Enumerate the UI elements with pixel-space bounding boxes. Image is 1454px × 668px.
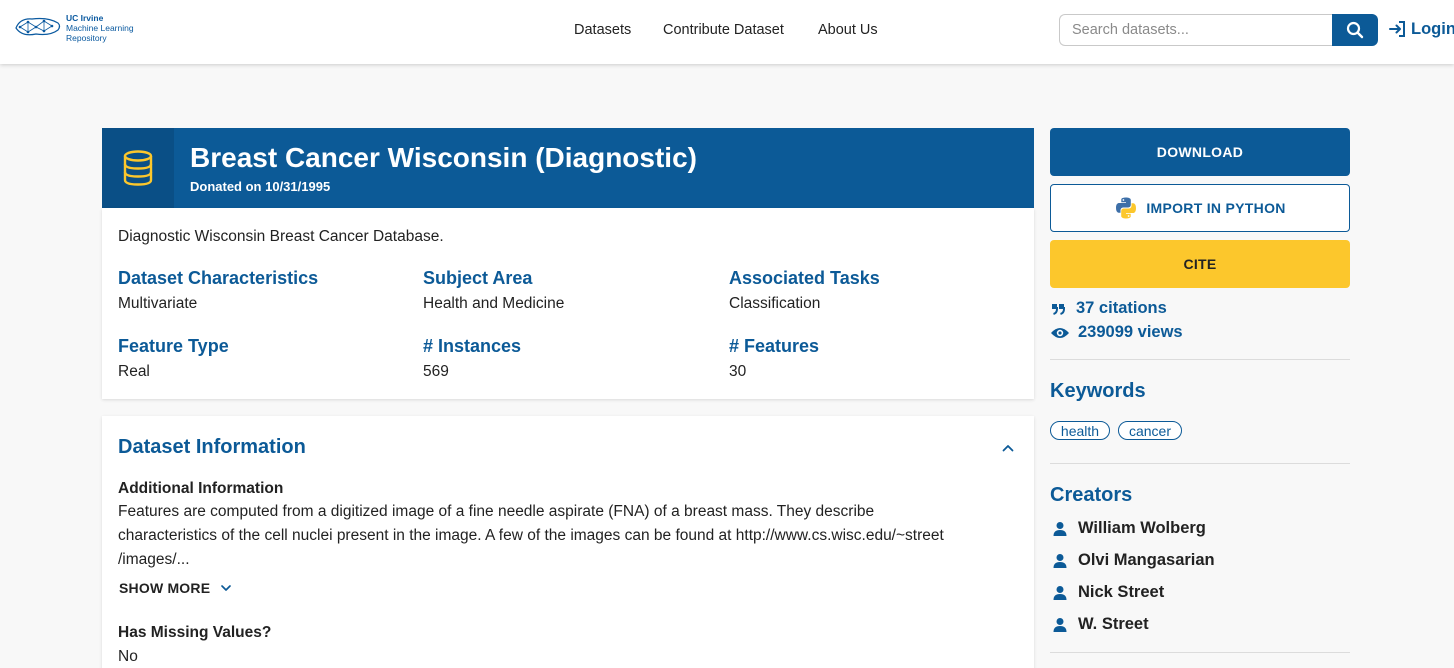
characteristic-instances: # Instances 569	[423, 336, 723, 381]
characteristic-label: Feature Type	[118, 336, 229, 356]
donated-date: Donated on 10/31/1995	[190, 179, 331, 194]
chevron-up-icon[interactable]	[1000, 440, 1016, 456]
search-input[interactable]	[1059, 14, 1333, 46]
creators-heading: Creators	[1050, 484, 1133, 506]
keyword-chip-health[interactable]: health	[1050, 421, 1110, 440]
person-icon	[1053, 521, 1067, 536]
dataset-header-banner: Breast Cancer Wisconsin (Diagnostic) Don…	[102, 128, 1034, 208]
nav-contribute-dataset[interactable]: Contribute Dataset	[663, 22, 784, 38]
database-icon	[123, 150, 153, 186]
citations-count: 37 citations	[1076, 299, 1167, 317]
search-button[interactable]	[1332, 14, 1378, 46]
logo-text: UC Irvine Machine Learning Repository	[66, 13, 134, 43]
additional-information-line: characteristics of the cell nuclei prese…	[118, 527, 944, 544]
additional-information-text: Features are computed from a digitized i…	[118, 500, 1018, 572]
additional-information-heading: Additional Information	[118, 480, 284, 497]
characteristic-features: # Features 30	[729, 336, 1029, 381]
search-icon	[1346, 21, 1364, 39]
dataset-title: Breast Cancer Wisconsin (Diagnostic)	[190, 142, 697, 173]
additional-information-line: /images/...	[118, 551, 190, 568]
logo-line-1: UC Irvine	[66, 13, 104, 23]
characteristic-value: Multivariate	[118, 295, 198, 312]
views-count-row: 239099 views	[1050, 323, 1183, 342]
import-in-python-button[interactable]: IMPORT IN PYTHON	[1050, 184, 1350, 232]
logo-line-3: Repository	[66, 33, 107, 43]
keyword-chip-cancer[interactable]: cancer	[1118, 421, 1182, 440]
characteristic-value: Real	[118, 363, 150, 380]
cite-button[interactable]: CITE	[1050, 240, 1350, 288]
python-icon	[1116, 197, 1137, 219]
characteristic-dataset-characteristics: Dataset Characteristics Multivariate	[118, 268, 418, 313]
characteristic-label: Associated Tasks	[729, 268, 880, 288]
dataset-information-title: Dataset Information	[118, 436, 306, 458]
import-in-python-label: IMPORT IN PYTHON	[1146, 200, 1286, 216]
sidebar-divider	[1050, 463, 1350, 464]
person-icon	[1053, 617, 1067, 632]
dataset-description: Diagnostic Wisconsin Breast Cancer Datab…	[118, 228, 444, 245]
eye-icon	[1051, 327, 1069, 338]
characteristic-label: Dataset Characteristics	[118, 268, 319, 288]
creator-name: W. Street	[1078, 615, 1149, 633]
characteristic-value: Classification	[729, 295, 821, 312]
creator-item: Olvi Mangasarian	[1052, 551, 1215, 570]
characteristic-value: 569	[423, 363, 449, 380]
missing-values-value: No	[118, 648, 138, 665]
show-more-button[interactable]: SHOW MORE	[119, 580, 232, 596]
login-link[interactable]: Login	[1388, 19, 1454, 39]
creator-name: Olvi Mangasarian	[1078, 551, 1215, 569]
nav-about-us[interactable]: About Us	[818, 22, 878, 38]
person-icon	[1053, 553, 1067, 568]
characteristic-value: 30	[729, 363, 747, 380]
characteristic-label: # Instances	[423, 336, 522, 356]
creator-item: W. Street	[1052, 615, 1149, 634]
login-icon	[1389, 21, 1405, 37]
dataset-information-card: Dataset Information Additional Informati…	[102, 416, 1034, 668]
views-count: 239099 views	[1078, 323, 1183, 341]
characteristic-label: # Features	[729, 336, 820, 356]
logo-network-icon	[15, 17, 61, 36]
creator-name: William Wolberg	[1078, 519, 1206, 537]
dataset-summary-card: Diagnostic Wisconsin Breast Cancer Datab…	[102, 208, 1034, 399]
uci-logo[interactable]: UC Irvine Machine Learning Repository	[14, 12, 144, 52]
quote-icon	[1052, 303, 1065, 315]
citations-link[interactable]: 37 citations	[1050, 299, 1167, 318]
missing-values-heading: Has Missing Values?	[118, 624, 272, 641]
characteristic-label: Subject Area	[423, 268, 533, 288]
chevron-down-icon	[221, 585, 232, 591]
login-label: Login	[1411, 19, 1454, 38]
additional-information-line: Features are computed from a digitized i…	[118, 503, 875, 520]
creator-name: Nick Street	[1078, 583, 1165, 601]
sidebar-divider	[1050, 652, 1350, 653]
hero-icon-box	[102, 128, 174, 208]
characteristic-feature-type: Feature Type Real	[118, 336, 418, 381]
show-more-label: SHOW MORE	[119, 580, 211, 596]
top-navbar: UC Irvine Machine Learning Repository Da…	[0, 0, 1454, 64]
characteristic-subject-area: Subject Area Health and Medicine	[423, 268, 723, 313]
download-button[interactable]: DOWNLOAD	[1050, 128, 1350, 176]
keywords-heading: Keywords	[1050, 380, 1146, 402]
nav-datasets[interactable]: Datasets	[574, 22, 631, 38]
logo-line-2: Machine Learning	[66, 23, 134, 33]
sidebar-divider	[1050, 359, 1350, 360]
person-icon	[1053, 585, 1067, 600]
characteristic-associated-tasks: Associated Tasks Classification	[729, 268, 1029, 313]
creator-item: William Wolberg	[1052, 519, 1206, 538]
characteristic-value: Health and Medicine	[423, 295, 565, 312]
creator-item: Nick Street	[1052, 583, 1164, 602]
